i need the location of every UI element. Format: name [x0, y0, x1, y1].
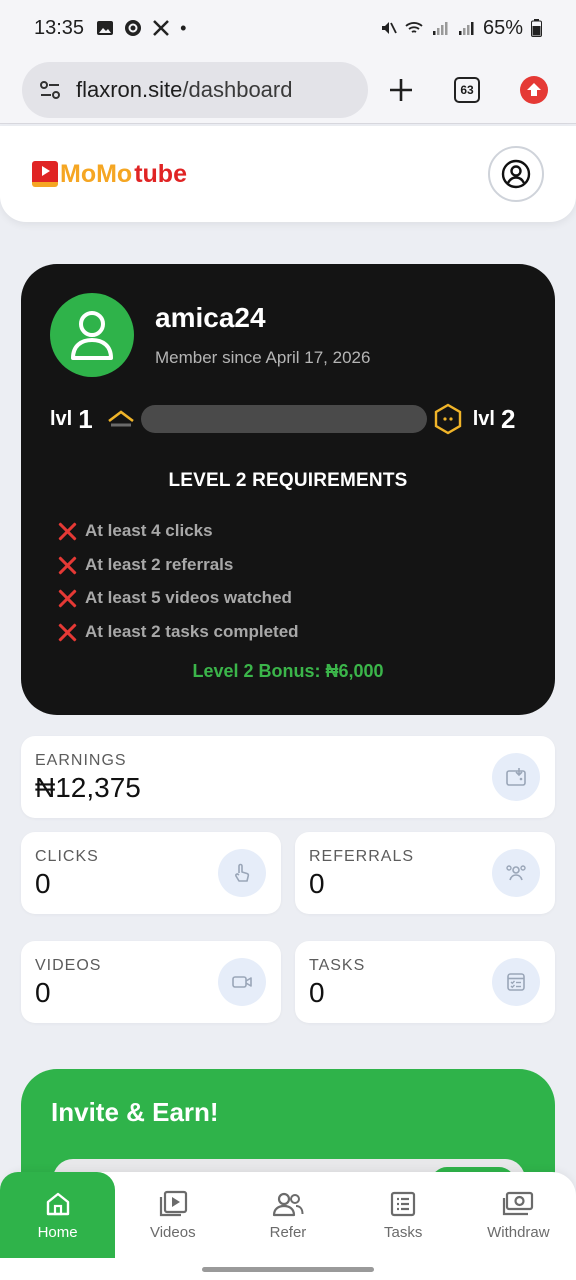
level-card: amica24 Member since April 17, 2026 lvl …: [21, 264, 555, 715]
video-camera-icon: [218, 958, 266, 1006]
battery-percent: 65%: [482, 16, 523, 39]
requirement-item: At least 2 referrals: [57, 548, 299, 582]
cross-icon: [57, 588, 77, 608]
wifi-icon: [405, 22, 423, 33]
nav-home-label: Home: [37, 1223, 78, 1241]
requirement-item: At least 2 tasks completed: [57, 615, 299, 649]
clicks-value: 0: [35, 868, 51, 899]
logo-text-momo: MoMo: [60, 159, 133, 188]
cross-icon: [57, 521, 77, 541]
requirement-text: At least 2 referrals: [85, 554, 234, 574]
gallery-icon: [97, 21, 114, 35]
current-level: 1: [78, 403, 93, 434]
requirement-item: At least 5 videos watched: [57, 581, 299, 615]
nav-refer[interactable]: Refer: [230, 1172, 345, 1258]
videos-card[interactable]: VIDEOS 0: [21, 941, 281, 1023]
home-icon: [46, 1192, 69, 1215]
requirement-text: At least 5 videos watched: [85, 588, 292, 608]
videos-value: 0: [35, 977, 51, 1008]
update-icon[interactable]: [520, 75, 548, 104]
url-text: flaxron.site/dashboard: [76, 77, 292, 103]
referrals-label: REFERRALS: [309, 848, 415, 865]
rank-hexagon-icon: [434, 403, 461, 435]
earnings-card[interactable]: EARNINGS ₦12,375: [21, 736, 555, 818]
earnings-value: ₦12,375: [35, 772, 141, 803]
nav-withdraw[interactable]: Withdraw: [461, 1172, 576, 1258]
url-domain: flaxron.site: [76, 76, 183, 102]
requirement-text: At least 4 clicks: [85, 520, 213, 540]
battery-icon: [531, 19, 542, 37]
clicks-card[interactable]: CLICKS 0: [21, 832, 281, 914]
user-icon: [71, 311, 113, 360]
momotube-logo[interactable]: MoMo tube: [32, 160, 187, 189]
tab-switcher-button[interactable]: 63: [454, 76, 480, 103]
bottom-navigation: Home Videos Refer Tasks Withdraw: [0, 1172, 576, 1280]
video-library-icon: [159, 1190, 187, 1216]
invite-title: Invite & Earn!: [51, 1097, 219, 1127]
tasks-value: 0: [309, 977, 325, 1008]
new-tab-icon[interactable]: [388, 77, 414, 103]
signal-icon-2: [458, 22, 474, 35]
clicks-label: CLICKS: [35, 848, 99, 865]
videos-label: VIDEOS: [35, 957, 102, 974]
current-level-prefix: lvl: [50, 407, 73, 430]
member-since: Member since April 17, 2026: [155, 348, 371, 367]
url-path: /dashboard: [182, 76, 293, 102]
avatar: [50, 293, 134, 377]
signal-icon: [432, 22, 448, 35]
threads-icon: [125, 20, 142, 36]
next-level: 2: [500, 403, 516, 434]
tasks-label: TASKS: [309, 957, 366, 974]
requirement-text: At least 2 tasks completed: [85, 621, 299, 641]
task-list-icon: [492, 958, 540, 1006]
cross-icon: [57, 622, 77, 642]
cash-icon: [503, 1191, 534, 1215]
pointer-hand-icon: [218, 849, 266, 897]
level-progress-row: lvl 1 lvl 2: [50, 402, 530, 436]
notification-dot-icon: •: [180, 17, 187, 38]
play-logo-icon: [32, 161, 58, 187]
gesture-home-bar[interactable]: [202, 1267, 374, 1272]
users-icon: [492, 849, 540, 897]
rank-chevron-icon: [107, 410, 134, 427]
wallet-icon: [492, 753, 540, 801]
level-progress-bar: [140, 405, 427, 433]
nav-withdraw-label: Withdraw: [487, 1223, 550, 1241]
site-settings-icon[interactable]: [38, 78, 62, 102]
x-icon: [153, 20, 169, 36]
next-level-prefix: lvl: [472, 407, 495, 430]
requirements-list: At least 4 clicks At least 2 referrals A…: [57, 514, 299, 649]
browser-toolbar: flaxron.site/dashboard 63: [0, 56, 576, 124]
nav-videos[interactable]: Videos: [115, 1172, 230, 1258]
people-icon: [272, 1192, 304, 1216]
nav-home[interactable]: Home: [0, 1172, 116, 1258]
referrals-card[interactable]: REFERRALS 0: [295, 832, 555, 914]
status-bar: 13:35 • 65%: [0, 0, 576, 56]
nav-videos-label: Videos: [149, 1223, 196, 1241]
nav-tasks[interactable]: Tasks: [346, 1172, 461, 1258]
cross-icon: [57, 555, 77, 575]
earnings-label: EARNINGS: [35, 752, 127, 769]
tasks-icon: [391, 1191, 416, 1216]
profile-button[interactable]: [488, 146, 544, 202]
requirements-title: LEVEL 2 REQUIREMENTS: [168, 470, 408, 491]
nav-tasks-label: Tasks: [383, 1223, 423, 1241]
requirement-item: At least 4 clicks: [57, 514, 299, 548]
referrals-value: 0: [309, 868, 325, 899]
tasks-card[interactable]: TASKS 0: [295, 941, 555, 1023]
mute-icon: [381, 22, 397, 34]
nav-refer-label: Refer: [269, 1223, 307, 1241]
logo-text-tube: tube: [134, 159, 187, 188]
status-time: 13:35: [34, 16, 85, 39]
username: amica24: [155, 302, 266, 333]
user-circle-icon: [501, 159, 531, 189]
app-header: MoMo tube: [0, 126, 576, 222]
address-bar[interactable]: flaxron.site/dashboard: [22, 61, 368, 118]
level-bonus: Level 2 Bonus: ₦6,000: [192, 661, 384, 681]
